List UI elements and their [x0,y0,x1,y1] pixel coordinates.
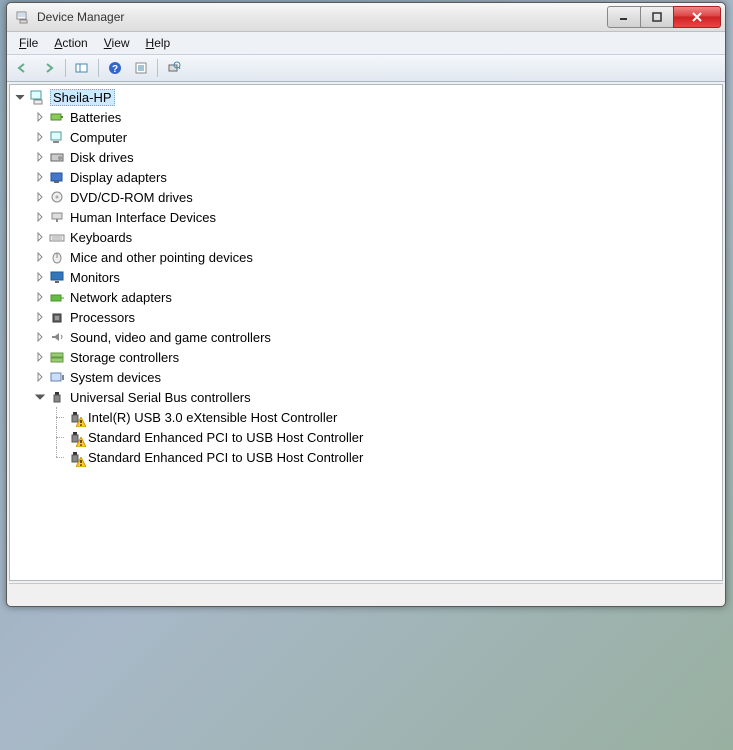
category-label: Mice and other pointing devices [70,250,253,265]
window-controls [608,6,721,28]
forward-button[interactable] [37,57,61,79]
usb-device-warning-icon [66,449,84,465]
expand-icon[interactable] [34,211,46,223]
expand-icon[interactable] [34,191,46,203]
menu-help[interactable]: Help [138,34,179,52]
titlebar[interactable]: Device Manager [7,3,725,32]
usb-device-warning-icon [66,409,84,425]
expand-icon[interactable] [34,311,46,323]
category-icon [48,129,66,145]
category-row[interactable]: Processors [12,307,720,327]
tree-root[interactable]: Sheila-HP [12,87,720,107]
category-icon [48,389,66,405]
category-label: Keyboards [70,230,132,245]
category-label: Monitors [70,270,120,285]
menu-view[interactable]: View [96,34,138,52]
category-label: Batteries [70,110,121,125]
category-icon [48,189,66,205]
category-label: System devices [70,370,161,385]
separator [157,59,158,77]
expand-icon[interactable] [34,271,46,283]
category-icon [48,229,66,245]
device-tree[interactable]: Sheila-HP Batteries Computer Disk drives Di… [9,84,723,581]
expand-icon[interactable] [34,371,46,383]
category-label: Human Interface Devices [70,210,216,225]
device-row[interactable]: Intel(R) USB 3.0 eXtensible Host Control… [12,407,720,427]
expand-icon[interactable] [34,331,46,343]
expand-icon[interactable] [34,351,46,363]
root-label: Sheila-HP [53,90,112,105]
category-row[interactable]: Monitors [12,267,720,287]
category-row[interactable]: Universal Serial Bus controllers [12,387,720,407]
statusbar [9,583,723,604]
category-icon [48,289,66,305]
category-icon [48,209,66,225]
category-row[interactable]: Display adapters [12,167,720,187]
expand-icon[interactable] [34,151,46,163]
expand-icon[interactable] [34,171,46,183]
collapse-icon[interactable] [34,391,46,403]
category-icon [48,269,66,285]
device-row[interactable]: Standard Enhanced PCI to USB Host Contro… [12,447,720,467]
computer-icon [28,89,46,105]
category-row[interactable]: System devices [12,367,720,387]
minimize-button[interactable] [607,6,641,28]
device-label: Standard Enhanced PCI to USB Host Contro… [88,430,363,445]
show-hide-console-button[interactable] [70,57,94,79]
category-icon [48,309,66,325]
separator [98,59,99,77]
category-label: Processors [70,310,135,325]
category-row[interactable]: Keyboards [12,227,720,247]
category-row[interactable]: Human Interface Devices [12,207,720,227]
category-row[interactable]: Storage controllers [12,347,720,367]
category-row[interactable]: Network adapters [12,287,720,307]
collapse-icon[interactable] [14,91,26,103]
category-row[interactable]: Mice and other pointing devices [12,247,720,267]
category-row[interactable]: Disk drives [12,147,720,167]
category-icon [48,349,66,365]
expand-icon[interactable] [34,111,46,123]
category-label: Sound, video and game controllers [70,330,271,345]
svg-text:?: ? [112,64,118,75]
menu-file[interactable]: File [11,34,46,52]
expand-icon[interactable] [34,131,46,143]
device-label: Intel(R) USB 3.0 eXtensible Host Control… [88,410,337,425]
properties-button[interactable] [129,57,153,79]
category-label: Computer [70,130,127,145]
category-label: Disk drives [70,150,134,165]
category-icon [48,369,66,385]
window-title: Device Manager [37,10,608,24]
menu-action[interactable]: Action [46,34,95,52]
category-row[interactable]: Sound, video and game controllers [12,327,720,347]
category-row[interactable]: Computer [12,127,720,147]
category-label: Universal Serial Bus controllers [70,390,251,405]
category-icon [48,329,66,345]
back-button[interactable] [11,57,35,79]
usb-device-warning-icon [66,429,84,445]
category-row[interactable]: DVD/CD-ROM drives [12,187,720,207]
expand-icon[interactable] [34,251,46,263]
category-row[interactable]: Batteries [12,107,720,127]
category-icon [48,249,66,265]
device-label: Standard Enhanced PCI to USB Host Contro… [88,450,363,465]
category-icon [48,169,66,185]
category-label: DVD/CD-ROM drives [70,190,193,205]
category-icon [48,149,66,165]
device-row[interactable]: Standard Enhanced PCI to USB Host Contro… [12,427,720,447]
menubar: File Action View Help [7,32,725,55]
app-icon [15,9,31,25]
close-button[interactable] [673,6,721,28]
help-button[interactable]: ? [103,57,127,79]
expand-icon[interactable] [34,291,46,303]
device-manager-window: Device Manager File Action View Help [6,2,726,607]
expand-icon[interactable] [34,231,46,243]
category-label: Display adapters [70,170,167,185]
scan-hardware-button[interactable] [162,57,186,79]
separator [65,59,66,77]
toolbar: ? [7,55,725,82]
category-label: Network adapters [70,290,172,305]
category-label: Storage controllers [70,350,179,365]
maximize-button[interactable] [640,6,674,28]
category-icon [48,109,66,125]
